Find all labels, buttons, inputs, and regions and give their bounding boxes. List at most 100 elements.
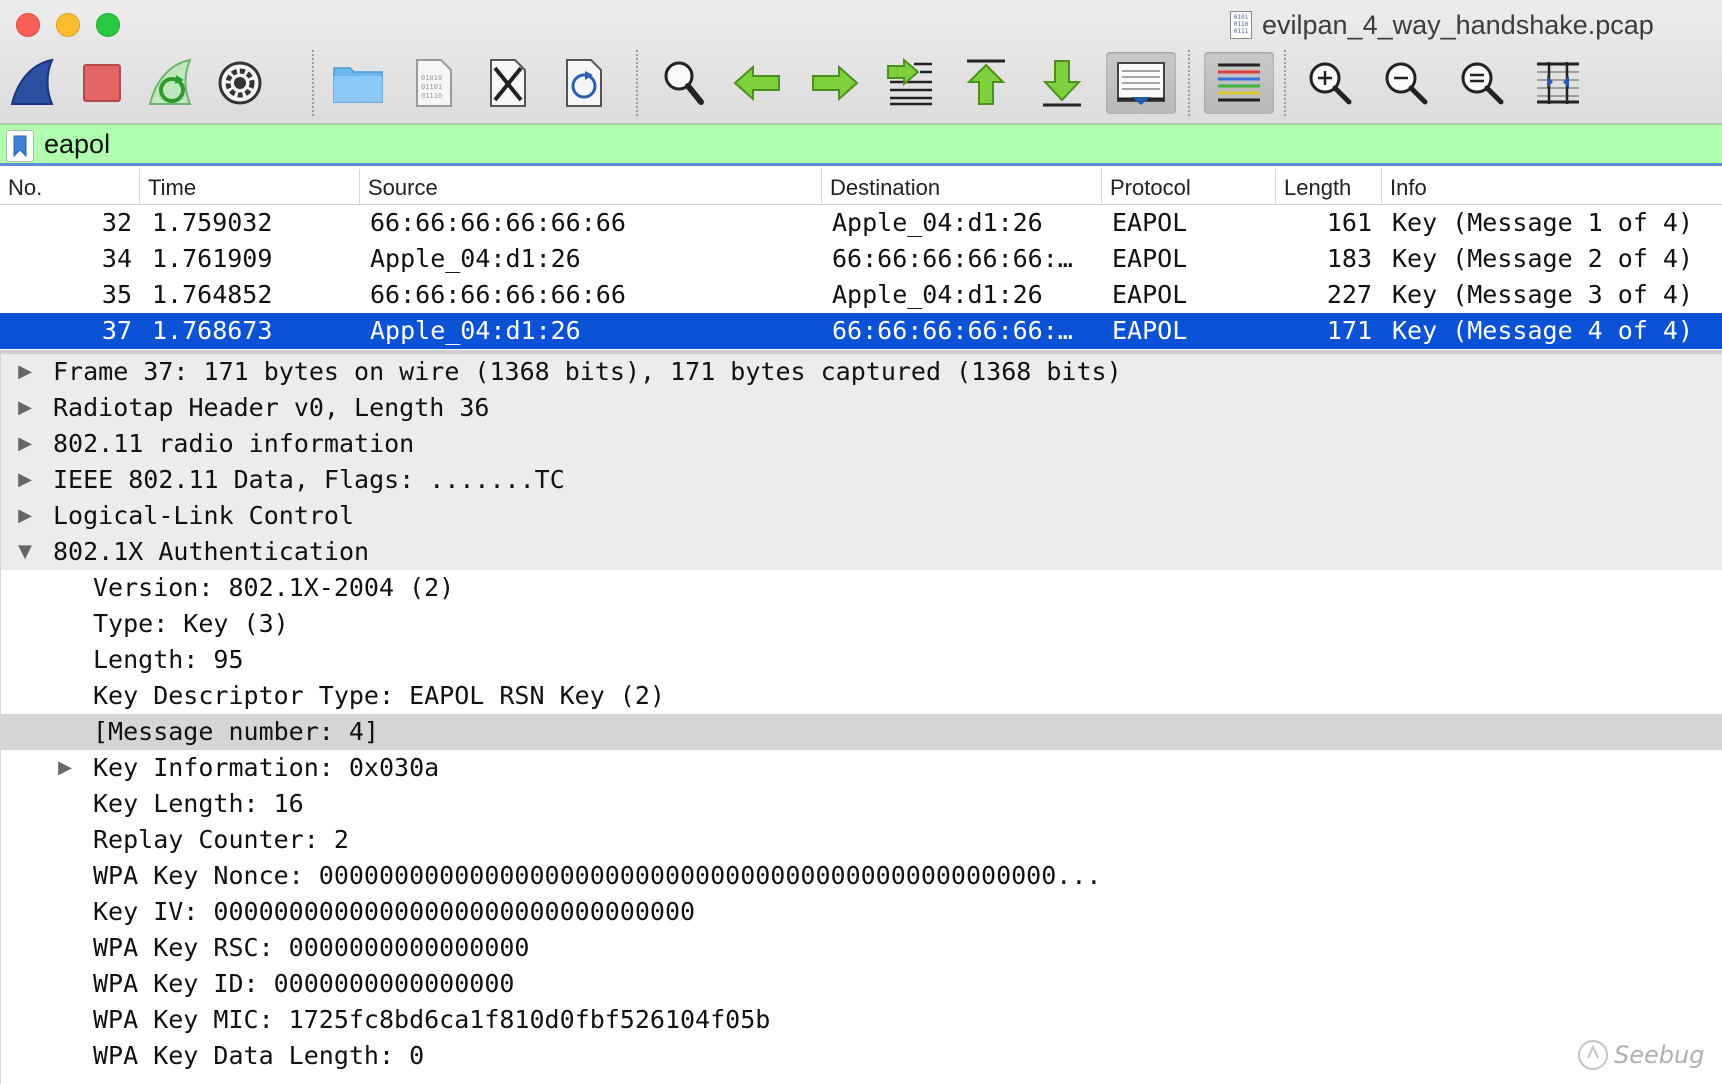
tree-item-key-information[interactable]: ▶ Key Information: 0x030a [1, 750, 1722, 786]
open-file-button[interactable] [326, 52, 390, 114]
column-header-time[interactable]: Time [140, 169, 360, 205]
column-header-info[interactable]: Info [1382, 169, 1722, 205]
tree-item-label: 802.11 radio information [53, 429, 415, 458]
tree-item-label: WPA Key Nonce: 0000000000000000000000000… [93, 861, 1102, 890]
column-header-destination[interactable]: Destination [822, 169, 1102, 205]
toolbar-separator [312, 50, 314, 116]
tree-item-key-rsc[interactable]: WPA Key RSC: 0000000000000000 [1, 930, 1722, 966]
packet-details-tree: ▶ Frame 37: 171 bytes on wire (1368 bits… [0, 354, 1722, 1084]
display-filter-bar [0, 124, 1722, 166]
window-minimize-button[interactable] [56, 13, 80, 37]
find-packet-button[interactable] [652, 52, 716, 114]
zoom-reset-icon [1461, 62, 1504, 105]
expand-arrow-icon[interactable]: ▶ [13, 354, 37, 390]
go-forward-button[interactable] [802, 52, 866, 114]
tree-item-8021x[interactable]: ▼ 802.1X Authentication [1, 534, 1722, 570]
tree-item-type[interactable]: Type: Key (3) [1, 606, 1722, 642]
packet-source: 66:66:66:66:66:66 [370, 208, 626, 237]
packet-time: 1.764852 [152, 280, 273, 309]
tree-item-replay-counter[interactable]: Replay Counter: 2 [1, 822, 1722, 858]
normal-size-button[interactable] [1450, 52, 1514, 114]
close-file-button[interactable] [476, 52, 540, 114]
start-capture-button[interactable] [2, 52, 66, 114]
arrow-down-icon [1042, 60, 1082, 107]
stop-capture-button[interactable] [70, 52, 134, 114]
packet-list-header: No. Time Source Destination Protocol Len… [0, 169, 1722, 205]
expand-arrow-icon[interactable]: ▶ [53, 750, 77, 786]
tree-item-key-id[interactable]: WPA Key ID: 0000000000000000 [1, 966, 1722, 1002]
save-file-button[interactable]: 01010 01101 01110 [402, 52, 466, 114]
toolbar-separator [1284, 50, 1286, 116]
expand-arrow-icon[interactable]: ▶ [13, 498, 37, 534]
packet-info: Key (Message 4 of 4) [1392, 316, 1694, 345]
zoom-in-button[interactable] [1298, 52, 1362, 114]
title-bar: 0101 0110 0111 evilpan_4_way_handshake.pca… [0, 0, 1722, 124]
tree-item-message-number[interactable]: [Message number: 4] [1, 714, 1722, 750]
column-header-protocol[interactable]: Protocol [1102, 169, 1276, 205]
packet-row[interactable]: 32 1.759032 66:66:66:66:66:66 Apple_04:d… [0, 205, 1722, 241]
tree-item-llc[interactable]: ▶ Logical-Link Control [1, 498, 1722, 534]
tree-item-key-length[interactable]: Key Length: 16 [1, 786, 1722, 822]
collapse-arrow-icon[interactable]: ▼ [13, 534, 37, 570]
tree-item-version[interactable]: Version: 802.1X-2004 (2) [1, 570, 1722, 606]
tree-item-ieee80211[interactable]: ▶ IEEE 802.11 Data, Flags: .......TC [1, 462, 1722, 498]
packet-length: 183 [1326, 244, 1372, 273]
go-back-button[interactable] [726, 52, 790, 114]
reload-file-button[interactable] [552, 52, 616, 114]
autoscroll-icon [1117, 62, 1165, 105]
column-header-no[interactable]: No. [0, 169, 140, 205]
tree-item-label: 802.1X Authentication [53, 537, 370, 566]
packet-no: 35 [101, 280, 132, 309]
packet-source: 66:66:66:66:66:66 [370, 280, 626, 309]
packet-time: 1.768673 [152, 316, 273, 345]
arrow-up-icon [966, 59, 1006, 105]
column-header-length[interactable]: Length [1276, 169, 1382, 205]
tree-item-label: WPA Key Data Length: 0 [93, 1041, 425, 1070]
packet-info: Key (Message 2 of 4) [1392, 244, 1694, 273]
tree-item-frame[interactable]: ▶ Frame 37: 171 bytes on wire (1368 bits… [1, 354, 1722, 390]
packet-row-selected[interactable]: 37 1.768673 Apple_04:d1:26 66:66:66:66:6… [0, 313, 1722, 349]
packet-row[interactable]: 35 1.764852 66:66:66:66:66:66 Apple_04:d… [0, 277, 1722, 313]
tree-item-radio-info[interactable]: ▶ 802.11 radio information [1, 426, 1722, 462]
expand-arrow-icon[interactable]: ▶ [13, 462, 37, 498]
svg-text:01101: 01101 [421, 83, 442, 91]
tree-item-key-data-length[interactable]: WPA Key Data Length: 0 [1, 1038, 1722, 1074]
go-first-packet-button[interactable] [954, 52, 1018, 114]
display-filter-input[interactable] [44, 127, 1704, 161]
autoscroll-button[interactable] [1106, 52, 1176, 114]
packet-time: 1.759032 [152, 208, 273, 237]
packet-info: Key (Message 1 of 4) [1392, 208, 1694, 237]
filter-bookmark-button[interactable] [6, 130, 34, 162]
jump-to-packet-icon [887, 58, 932, 106]
tree-item-radiotap[interactable]: ▶ Radiotap Header v0, Length 36 [1, 390, 1722, 426]
packet-no: 32 [101, 208, 132, 237]
colorize-button[interactable] [1204, 52, 1274, 114]
close-file-icon [490, 59, 526, 107]
expand-arrow-icon[interactable]: ▶ [13, 390, 37, 426]
go-to-packet-button[interactable] [878, 52, 942, 114]
zoom-out-button[interactable] [1374, 52, 1438, 114]
tree-item-key-descriptor-type[interactable]: Key Descriptor Type: EAPOL RSN Key (2) [1, 678, 1722, 714]
column-header-source[interactable]: Source [360, 169, 822, 205]
tree-item-key-iv[interactable]: Key IV: 00000000000000000000000000000000 [1, 894, 1722, 930]
restart-icon [148, 58, 192, 105]
tree-item-label: Key Descriptor Type: EAPOL RSN Key (2) [93, 681, 665, 710]
resize-columns-button[interactable] [1526, 52, 1590, 114]
main-toolbar: 01010 01101 01110 [0, 46, 1722, 122]
window-close-button[interactable] [16, 13, 40, 37]
tree-item-label: [Message number: 4] [93, 717, 379, 746]
window-title-text: evilpan_4_way_handshake.pcap [1262, 9, 1654, 40]
svg-text:01010: 01010 [421, 74, 442, 82]
arrow-right-icon [812, 65, 859, 101]
tree-item-length[interactable]: Length: 95 [1, 642, 1722, 678]
window-zoom-button[interactable] [96, 13, 120, 37]
tree-item-label: Key Information: 0x030a [93, 753, 440, 782]
tree-item-label: Logical-Link Control [53, 501, 355, 530]
expand-arrow-icon[interactable]: ▶ [13, 426, 37, 462]
go-last-packet-button[interactable] [1030, 52, 1094, 114]
packet-row[interactable]: 34 1.761909 Apple_04:d1:26 66:66:66:66:6… [0, 241, 1722, 277]
restart-capture-button[interactable] [140, 52, 204, 114]
tree-item-key-nonce[interactable]: WPA Key Nonce: 0000000000000000000000000… [1, 858, 1722, 894]
capture-options-button[interactable] [208, 52, 272, 114]
tree-item-key-mic[interactable]: WPA Key MIC: 1725fc8bd6ca1f810d0fbf52610… [1, 1002, 1722, 1038]
